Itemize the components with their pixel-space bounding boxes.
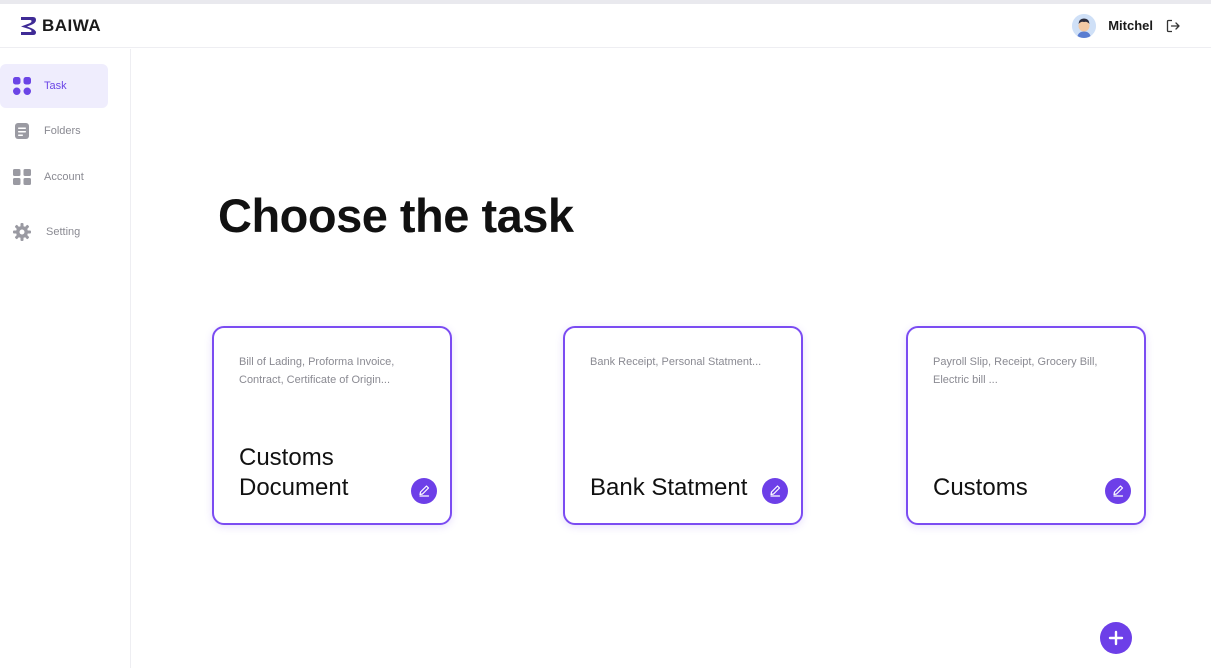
pencil-icon [419,485,430,497]
sidebar-item-label: Setting [46,226,81,238]
user-menu: Mitchel [1072,13,1181,38]
sidebar-item-setting[interactable]: Setting [0,210,108,254]
card-title: Customs [933,474,1028,501]
sidebar: Task Folders Account Setting [0,49,131,668]
card-title: Customs Document [239,444,349,501]
brand-logo-icon [21,16,36,35]
task-card-bank-statment[interactable]: Bank Receipt, Personal Statment... Bank … [563,326,803,525]
plus-icon [1108,630,1124,646]
add-task-button[interactable] [1100,622,1132,654]
logout-icon[interactable] [1165,18,1181,34]
sidebar-item-label: Task [44,80,67,92]
pencil-icon [1113,485,1124,497]
sidebar-item-account[interactable]: Account [0,155,108,199]
card-description: Payroll Slip, Receipt, Grocery Bill, Ele… [933,356,1098,386]
top-bar: BAIWA Mitchel [0,4,1211,48]
task-card-customs-document[interactable]: Bill of Lading, Proforma Invoice, Contra… [212,326,452,525]
edit-button[interactable] [411,478,437,504]
avatar-icon [1072,13,1097,38]
user-avatar[interactable] [1072,13,1097,38]
card-description: Bank Receipt, Personal Statment... [590,356,762,368]
edit-button[interactable] [762,478,788,504]
sidebar-item-label: Account [44,171,84,183]
folder-icon [15,123,29,139]
sidebar-item-folders[interactable]: Folders [0,109,108,153]
brand[interactable]: BAIWA [18,15,101,37]
account-icon [13,169,31,185]
brand-name: BAIWA [42,15,102,35]
task-card-customs[interactable]: Payroll Slip, Receipt, Grocery Bill, Ele… [906,326,1146,525]
page-title: Choose the task [218,189,574,242]
sidebar-item-task[interactable]: Task [0,64,108,108]
gear-icon [13,223,31,241]
pencil-icon [770,485,781,497]
user-name[interactable]: Mitchel [1108,18,1153,33]
edit-button[interactable] [1105,478,1131,504]
sidebar-item-label: Folders [44,125,81,137]
card-title: Bank Statment [590,474,748,501]
grid-icon [13,77,31,95]
card-description: Bill of Lading, Proforma Invoice, Contra… [239,356,395,386]
